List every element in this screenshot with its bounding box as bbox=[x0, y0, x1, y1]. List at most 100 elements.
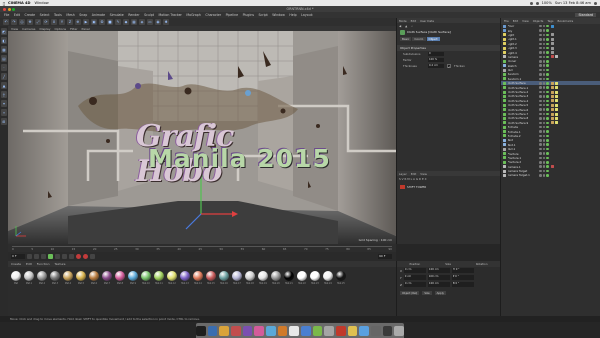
volume-icon[interactable] bbox=[535, 1, 539, 5]
position-z-field[interactable]: 0 cm bbox=[403, 282, 426, 287]
material-swatch[interactable]: Mat.12 bbox=[167, 271, 177, 285]
next-key-icon[interactable] bbox=[62, 254, 67, 259]
enabled-check-icon[interactable] bbox=[546, 33, 549, 37]
visibility-dot-icon[interactable] bbox=[542, 165, 545, 168]
visibility-dot-icon[interactable] bbox=[542, 112, 545, 116]
menu-mograph[interactable]: MoGraph bbox=[186, 13, 200, 17]
subdivisions-field[interactable]: 0 bbox=[428, 52, 444, 56]
enabled-check-icon[interactable] bbox=[546, 174, 549, 177]
tag-icon[interactable] bbox=[555, 86, 558, 90]
tab-basic[interactable]: Basic bbox=[400, 37, 412, 41]
rotate-icon[interactable]: ⟳ bbox=[43, 19, 49, 25]
visibility-dot-icon[interactable] bbox=[542, 38, 545, 41]
obj-menu-file[interactable]: File bbox=[504, 19, 509, 23]
texture-mode-icon[interactable]: ▩ bbox=[1, 46, 7, 53]
dock-app-icon[interactable] bbox=[277, 325, 288, 336]
visibility-dot-icon[interactable] bbox=[539, 51, 542, 54]
enabled-check-icon[interactable] bbox=[546, 51, 549, 54]
viewport-menu-cameras[interactable]: Cameras bbox=[22, 27, 35, 31]
enabled-check-icon[interactable] bbox=[546, 112, 549, 116]
enabled-check-icon[interactable] bbox=[546, 60, 549, 63]
visibility-dot-icon[interactable] bbox=[542, 55, 545, 59]
visibility-dot-icon[interactable] bbox=[539, 73, 542, 76]
material-swatch[interactable]: Mat.2 bbox=[37, 271, 47, 285]
tag-icon[interactable] bbox=[551, 33, 554, 37]
visibility-dot-icon[interactable] bbox=[542, 108, 545, 111]
dock-app-icon[interactable] bbox=[242, 325, 253, 336]
visibility-dot-icon[interactable] bbox=[539, 82, 542, 85]
size-mode-dropdown[interactable]: Size bbox=[422, 291, 432, 295]
dock-app-icon[interactable] bbox=[289, 325, 299, 336]
visibility-dot-icon[interactable] bbox=[542, 152, 545, 155]
dock-app-icon[interactable] bbox=[265, 325, 276, 336]
material-swatch[interactable]: Mat.10 bbox=[141, 271, 151, 285]
obj-menu-edit[interactable]: Edit bbox=[513, 19, 518, 23]
tag-icon[interactable] bbox=[551, 42, 554, 46]
size-y-field[interactable]: 100 cm bbox=[427, 275, 450, 280]
visibility-dot-icon[interactable] bbox=[542, 156, 545, 160]
material-swatch[interactable]: Mat.17 bbox=[232, 271, 242, 285]
obj-menu-view[interactable]: View bbox=[522, 19, 529, 23]
spotlight-icon[interactable] bbox=[594, 1, 597, 5]
tag-icon[interactable] bbox=[551, 46, 554, 50]
snap-icon[interactable]: ⌖ bbox=[1, 109, 7, 116]
obj-menu-bookmarks[interactable]: Bookmarks bbox=[558, 19, 574, 23]
viewport-menu-options[interactable]: Options bbox=[55, 27, 67, 31]
tweak-mode-icon[interactable]: ✦ bbox=[1, 100, 7, 107]
enabled-check-icon[interactable] bbox=[546, 82, 549, 85]
visibility-dot-icon[interactable] bbox=[539, 29, 542, 32]
visibility-dot-icon[interactable] bbox=[539, 33, 542, 37]
enabled-check-icon[interactable] bbox=[546, 95, 549, 98]
menu-window[interactable]: Window bbox=[272, 13, 285, 17]
object-name[interactable]: Camera Target.1 bbox=[508, 173, 538, 177]
dock-app-icon[interactable] bbox=[219, 325, 229, 336]
go-to-end-icon[interactable] bbox=[69, 254, 74, 259]
render-settings-icon[interactable]: ⚙ bbox=[99, 19, 105, 25]
material-swatch[interactable]: Mat.7 bbox=[102, 271, 112, 285]
visibility-dot-icon[interactable] bbox=[539, 134, 542, 138]
visibility-dot-icon[interactable] bbox=[542, 121, 545, 125]
position-y-field[interactable]: 0 cm bbox=[403, 275, 426, 280]
pen-icon[interactable]: ✎ bbox=[115, 19, 121, 25]
next-frame-icon[interactable] bbox=[55, 254, 60, 259]
dock-app-icon[interactable] bbox=[394, 325, 405, 336]
attr-menu-user-data[interactable]: User Data bbox=[420, 19, 434, 23]
material-menu-texture[interactable]: Texture bbox=[55, 262, 66, 266]
tab-coord[interactable]: Coord. bbox=[412, 37, 426, 41]
world-coord-icon[interactable]: ⊕ bbox=[75, 19, 81, 25]
obj-menu-tags[interactable]: Tags bbox=[547, 19, 553, 23]
tag-icon[interactable] bbox=[551, 86, 554, 90]
size-x-field[interactable]: 100 cm bbox=[427, 268, 450, 273]
tag-icon[interactable] bbox=[551, 116, 554, 120]
visibility-dot-icon[interactable] bbox=[542, 46, 545, 50]
visibility-dot-icon[interactable] bbox=[542, 68, 545, 72]
material-swatch[interactable]: Mat.22 bbox=[297, 271, 307, 285]
y-axis-icon[interactable]: Y bbox=[59, 19, 65, 25]
thicken-checkbox[interactable] bbox=[447, 64, 451, 68]
tag-icon[interactable] bbox=[551, 24, 554, 28]
visibility-dot-icon[interactable] bbox=[542, 139, 545, 142]
obj-menu-objects[interactable]: Objects bbox=[533, 19, 544, 23]
visibility-dot-icon[interactable] bbox=[542, 125, 545, 129]
enabled-check-icon[interactable] bbox=[546, 73, 549, 76]
dock-app-icon[interactable] bbox=[382, 325, 393, 336]
menu-script[interactable]: Script bbox=[259, 13, 268, 17]
material-menu-create[interactable]: Create bbox=[11, 262, 21, 266]
visibility-dot-icon[interactable] bbox=[542, 77, 545, 81]
menu-plugins[interactable]: Plugins bbox=[243, 13, 254, 17]
visibility-dot-icon[interactable] bbox=[542, 174, 545, 177]
make-editable-icon[interactable]: ◩ bbox=[1, 28, 7, 35]
size-z-field[interactable]: 100 cm bbox=[427, 282, 450, 287]
light-icon[interactable]: ✺ bbox=[163, 19, 169, 25]
material-swatch[interactable]: Mat.15 bbox=[206, 271, 216, 285]
menu-create[interactable]: Create bbox=[25, 13, 36, 17]
up-arrow-icon[interactable]: ▲ bbox=[405, 24, 407, 28]
visibility-dot-icon[interactable] bbox=[542, 90, 545, 94]
scale-icon[interactable]: ⤢ bbox=[35, 19, 41, 25]
tag-icon[interactable] bbox=[555, 103, 558, 107]
menu-animate[interactable]: Animate bbox=[92, 13, 105, 17]
visibility-dot-icon[interactable] bbox=[539, 125, 542, 129]
position-x-field[interactable]: 0 cm bbox=[403, 268, 426, 273]
visibility-dot-icon[interactable] bbox=[542, 134, 545, 138]
tag-icon[interactable] bbox=[555, 90, 558, 94]
